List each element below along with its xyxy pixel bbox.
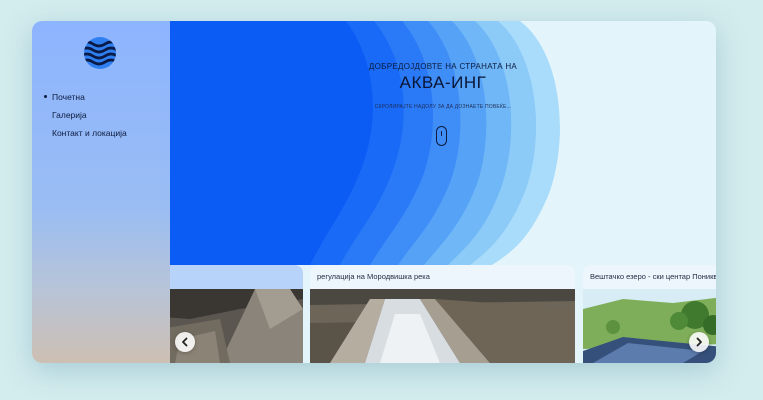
gallery-next-button[interactable] [689, 332, 709, 352]
mouse-scroll-icon[interactable] [436, 126, 447, 146]
sidebar-item-home[interactable]: Почетна [44, 88, 127, 106]
chevron-left-icon [182, 337, 188, 347]
gallery-card-image [170, 289, 303, 363]
main-content: ДОБРЕДОЈДОВТЕ НА СТРАНАТА НА АКВА-ИНГ СК… [170, 21, 716, 363]
gallery-prev-button[interactable] [175, 332, 195, 352]
waves-logo-icon[interactable] [83, 36, 117, 70]
sidebar-nav: Почетна Галерија Контакт и локација [44, 88, 127, 142]
app-window: Почетна Галерија Контакт и локација ДОБР… [32, 21, 716, 363]
sidebar-item-contact[interactable]: Контакт и локација [44, 124, 127, 142]
welcome-heading: ДОБРЕДОЈДОВТЕ НА СТРАНАТА НА [368, 62, 518, 71]
gallery-card-title: регулација на Мородвишка река [317, 272, 430, 281]
page-title: АКВА-ИНГ [399, 73, 487, 92]
chevron-right-icon [696, 337, 702, 347]
scroll-hint-text: СКРОЛИРАЈТЕ НАДОЛУ ЗА ДА ДОЗНАЕТЕ ПОВЕЌЕ… [374, 104, 512, 110]
sidebar-item-gallery[interactable]: Галерија [44, 106, 127, 124]
gallery-card-title: Вештачко езеро - ски центар Пониква [590, 272, 716, 281]
gallery-card[interactable]: регулација на Мородвишка река [310, 265, 575, 363]
sidebar: Почетна Галерија Контакт и локација [32, 21, 170, 363]
gallery-card-image [583, 289, 716, 363]
gallery-card-image [310, 289, 575, 363]
gallery-card-title [170, 265, 303, 289]
